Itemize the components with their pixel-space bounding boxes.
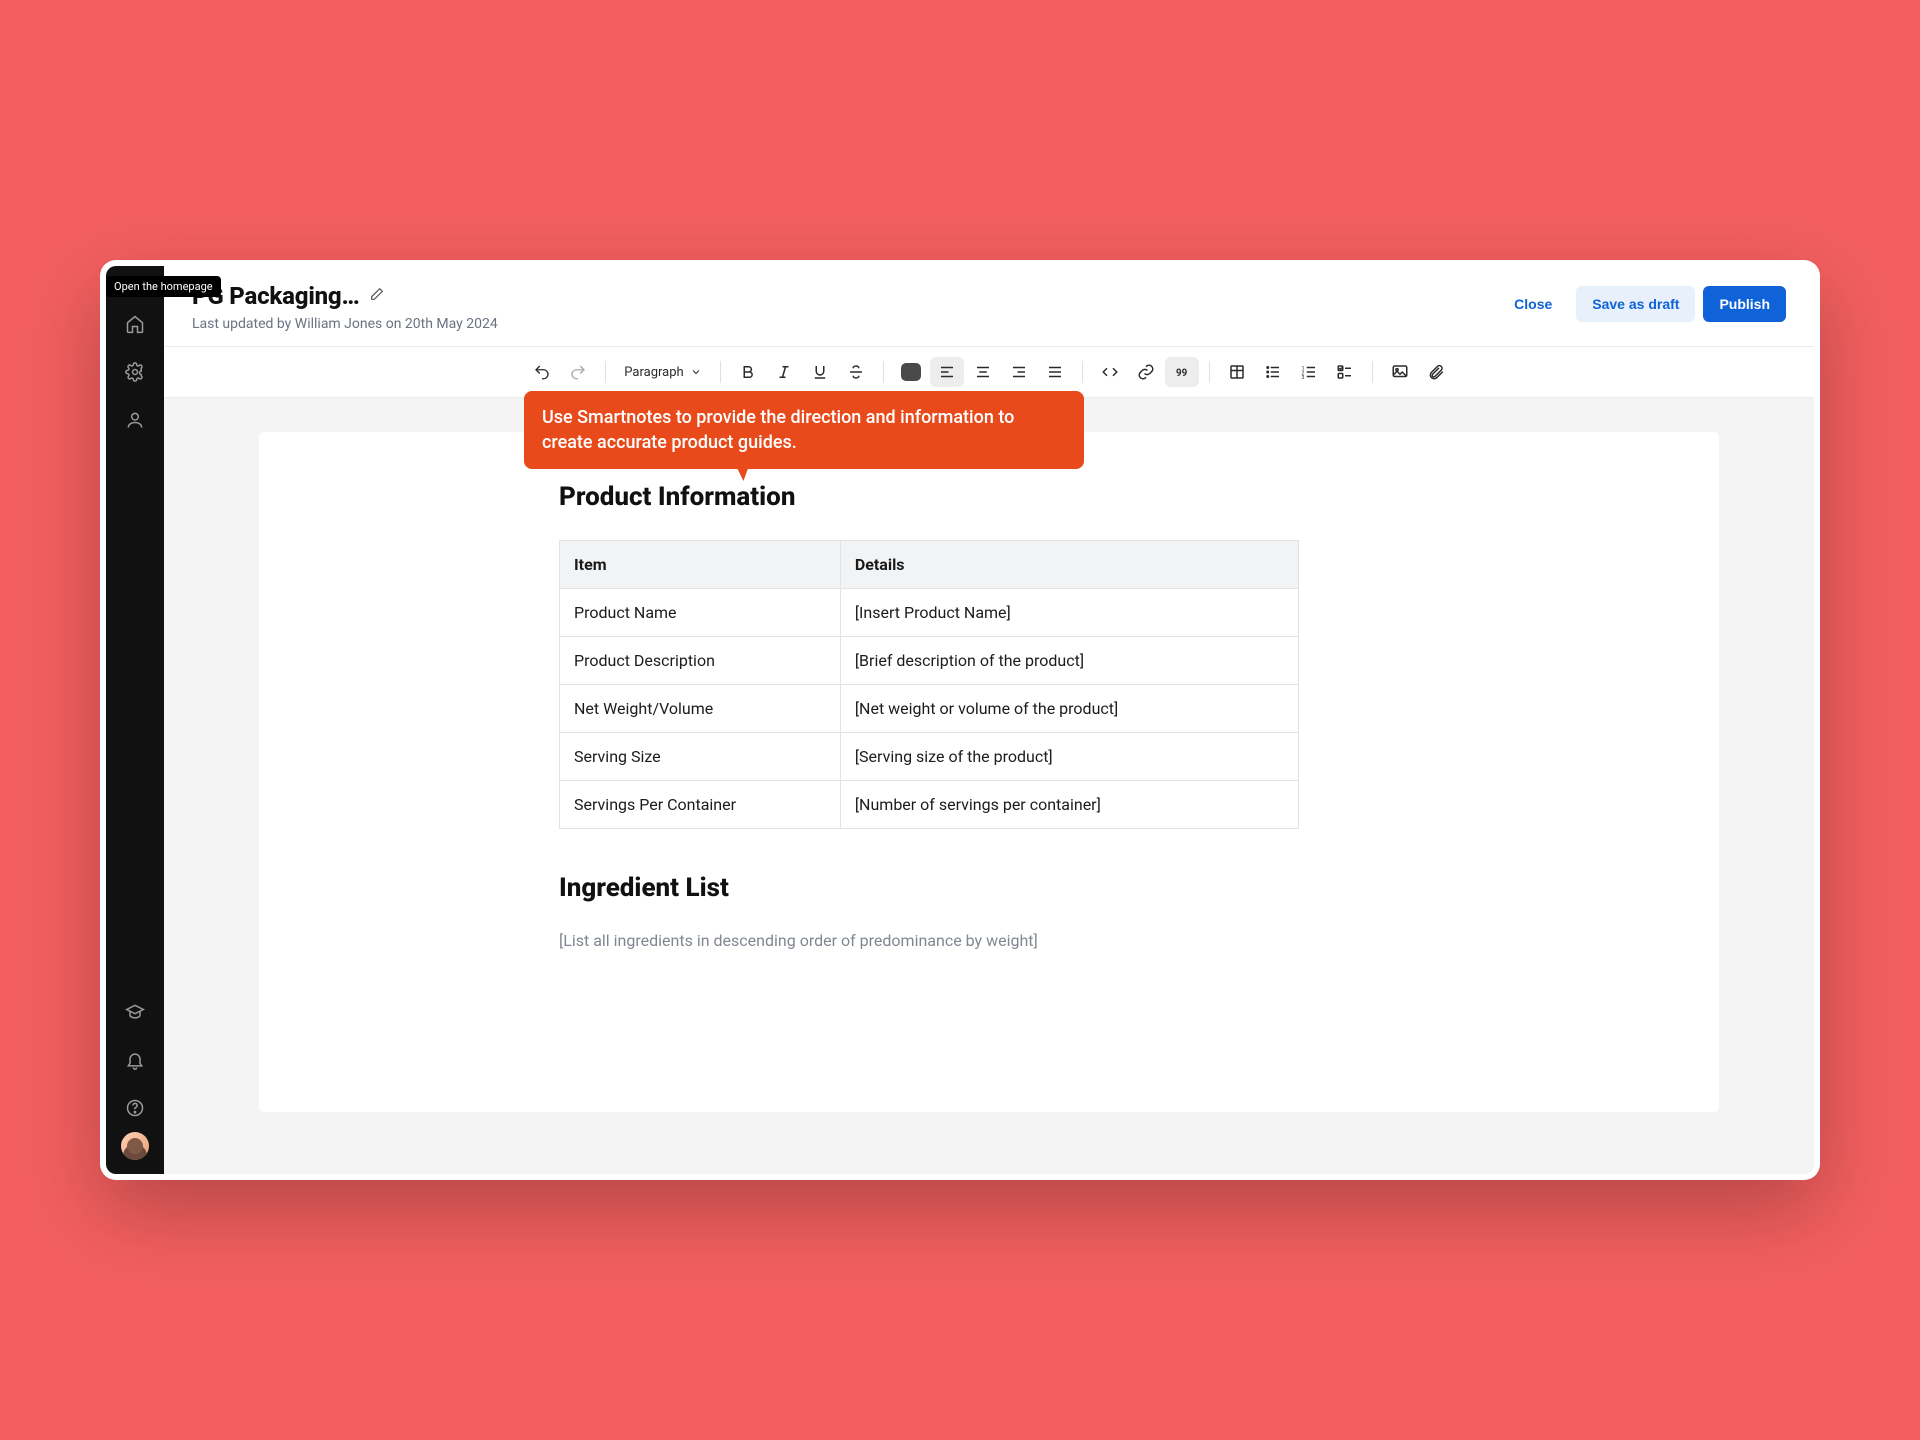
graduation-cap-icon[interactable] — [115, 992, 155, 1032]
table-cell-item[interactable]: Net Weight/Volume — [560, 685, 841, 733]
align-center-icon[interactable] — [966, 357, 1000, 387]
page-header: PG Packaging… Last updated by William Jo… — [164, 266, 1814, 346]
table-header-item: Item — [560, 541, 841, 589]
save-draft-button[interactable]: Save as draft — [1576, 286, 1695, 322]
table-cell-details[interactable]: [Insert Product Name] — [840, 589, 1298, 637]
image-icon[interactable] — [1383, 357, 1417, 387]
home-icon[interactable] — [115, 304, 155, 344]
header-actions: Close Save as draft Publish — [1498, 282, 1786, 322]
smartnotes-callout: Use Smartnotes to provide the direction … — [524, 391, 1084, 469]
italic-icon[interactable] — [767, 357, 801, 387]
align-right-icon[interactable] — [1002, 357, 1036, 387]
table-icon[interactable] — [1220, 357, 1254, 387]
attachment-icon[interactable] — [1419, 357, 1453, 387]
link-icon[interactable] — [1129, 357, 1163, 387]
bold-icon[interactable] — [731, 357, 765, 387]
table-row[interactable]: Net Weight/Volume [Net weight or volume … — [560, 685, 1299, 733]
table-row[interactable]: Product Name [Insert Product Name] — [560, 589, 1299, 637]
page-subtitle: Last updated by William Jones on 20th Ma… — [192, 316, 1498, 332]
table-row[interactable]: Serving Size [Serving size of the produc… — [560, 733, 1299, 781]
align-justify-icon[interactable] — [1038, 357, 1072, 387]
heading-product-information: Product Information — [559, 482, 1299, 512]
document-canvas[interactable]: Product Information Item Details Product… — [259, 432, 1719, 1112]
table-cell-details[interactable]: [Serving size of the product] — [840, 733, 1298, 781]
product-info-table[interactable]: Item Details Product Name [Insert Produc… — [559, 540, 1299, 829]
numbered-list-icon[interactable]: 123 — [1292, 357, 1326, 387]
code-icon[interactable] — [1093, 357, 1127, 387]
underline-icon[interactable] — [803, 357, 837, 387]
paragraph-style-label: Paragraph — [624, 365, 683, 380]
sidebar: Open the homepage — [106, 266, 164, 1174]
editor-scroll-area[interactable]: Product Information Item Details Product… — [164, 398, 1814, 1174]
table-cell-details[interactable]: [Number of servings per container] — [840, 781, 1298, 829]
avatar[interactable] — [121, 1132, 149, 1160]
user-icon[interactable] — [115, 400, 155, 440]
undo-icon[interactable] — [525, 357, 559, 387]
edit-title-icon[interactable] — [369, 286, 385, 306]
table-cell-item[interactable]: Servings Per Container — [560, 781, 841, 829]
table-header-row: Item Details — [560, 541, 1299, 589]
paragraph-style-select[interactable]: Paragraph — [616, 361, 709, 384]
table-cell-item[interactable]: Product Name — [560, 589, 841, 637]
blockquote-icon[interactable]: 99 — [1165, 357, 1199, 387]
checklist-icon[interactable] — [1328, 357, 1362, 387]
settings-icon[interactable] — [115, 352, 155, 392]
table-row[interactable]: Servings Per Container [Number of servin… — [560, 781, 1299, 829]
publish-button[interactable]: Publish — [1703, 286, 1786, 322]
table-cell-item[interactable]: Product Description — [560, 637, 841, 685]
table-header-details: Details — [840, 541, 1298, 589]
bullet-list-icon[interactable] — [1256, 357, 1290, 387]
table-cell-details[interactable]: [Brief description of the product] — [840, 637, 1298, 685]
app-window: Open the homepage PG Packaging… — [100, 260, 1820, 1180]
ingredient-placeholder[interactable]: [List all ingredients in descending orde… — [559, 931, 1299, 950]
bell-icon[interactable] — [115, 1040, 155, 1080]
table-row[interactable]: Product Description [Brief description o… — [560, 637, 1299, 685]
align-left-icon[interactable] — [930, 357, 964, 387]
svg-text:99: 99 — [1176, 368, 1188, 379]
heading-ingredient-list: Ingredient List — [559, 873, 1299, 903]
close-button[interactable]: Close — [1498, 286, 1568, 322]
table-cell-details[interactable]: [Net weight or volume of the product] — [840, 685, 1298, 733]
redo-icon[interactable] — [561, 357, 595, 387]
homepage-tooltip: Open the homepage — [106, 276, 221, 297]
help-icon[interactable] — [115, 1088, 155, 1128]
main-area: PG Packaging… Last updated by William Jo… — [164, 266, 1814, 1174]
text-color-icon[interactable] — [894, 357, 928, 387]
editor-toolbar: Paragraph 99 — [164, 346, 1814, 398]
strikethrough-icon[interactable] — [839, 357, 873, 387]
svg-text:3: 3 — [1301, 375, 1304, 381]
table-cell-item[interactable]: Serving Size — [560, 733, 841, 781]
